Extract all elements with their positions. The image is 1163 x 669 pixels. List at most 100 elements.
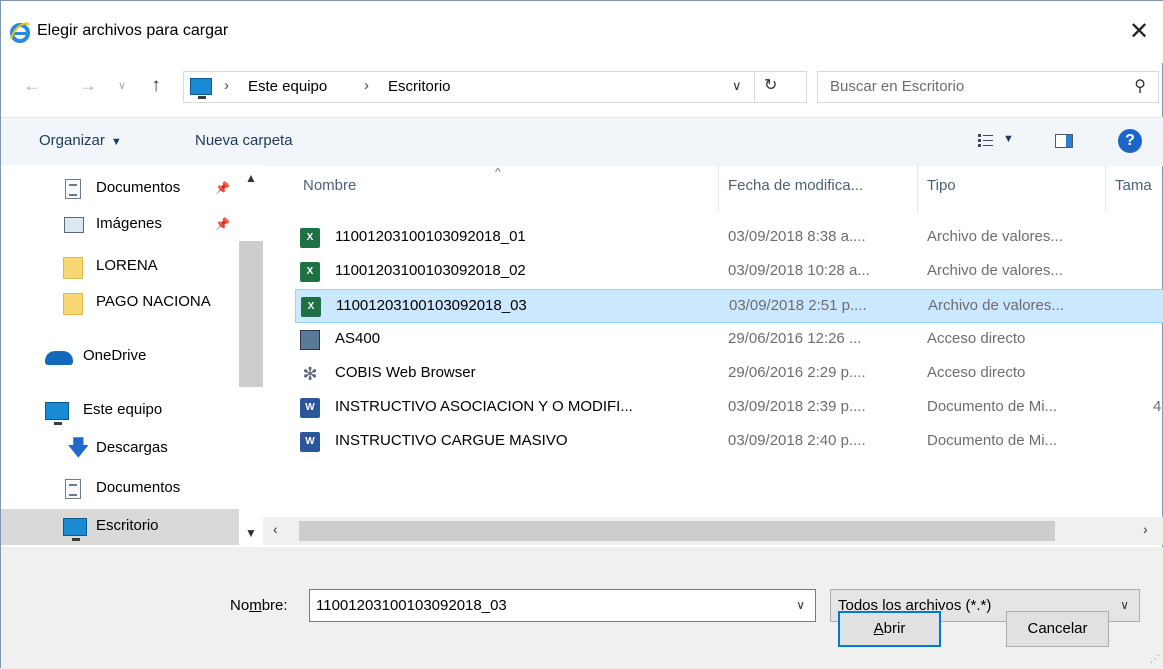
breadcrumb-separator: › xyxy=(364,77,369,94)
file-type: Archivo de valores... xyxy=(928,297,1064,314)
address-divider xyxy=(754,72,755,102)
breadcrumb-escritorio[interactable]: Escritorio xyxy=(388,78,451,95)
open-button-accesskey: A xyxy=(873,620,884,637)
window-title: Elegir archivos para cargar xyxy=(37,22,229,39)
nav-item-label: Documentos xyxy=(96,179,181,196)
cancel-button[interactable]: Cancelar xyxy=(1006,611,1109,647)
command-bar: Organizar ▼ Nueva carpeta ▼ ? xyxy=(1,117,1163,166)
filename-value: 11001203100103092018_03 xyxy=(316,597,507,614)
file-row[interactable]: X 11001203100103092018_01 03/09/2018 8:3… xyxy=(295,221,1163,255)
scroll-up-icon[interactable]: ▲ xyxy=(245,171,257,185)
file-date: 03/09/2018 2:51 p.... xyxy=(729,297,867,314)
shortcut-icon xyxy=(300,330,320,350)
desktop-icon xyxy=(63,518,87,541)
view-dropdown-icon[interactable]: ▼ xyxy=(1003,133,1014,145)
file-row[interactable]: W INSTRUCTIVO ASOCIACION Y O MODIFI... 0… xyxy=(295,391,1163,425)
column-header-type[interactable]: Tipo xyxy=(927,177,956,194)
excel-file-icon: X xyxy=(301,297,321,317)
nav-item-pago-nacional[interactable]: PAGO NACIONA xyxy=(1,285,239,321)
new-folder-button[interactable]: Nueva carpeta xyxy=(195,132,293,149)
file-name: COBIS Web Browser xyxy=(335,364,476,381)
chevron-down-icon[interactable]: ∨ xyxy=(796,598,805,612)
pin-icon: 📌 xyxy=(215,217,230,231)
file-name: AS400 xyxy=(335,330,381,347)
word-file-icon: W xyxy=(300,398,320,418)
file-date: 03/09/2018 8:38 a.... xyxy=(728,228,866,245)
nav-item-documentos[interactable]: Documentos xyxy=(1,471,239,507)
horizontal-scroll-thumb[interactable] xyxy=(299,521,1055,541)
title-bar: Elegir archivos para cargar ✕ xyxy=(1,1,1163,63)
scroll-left-icon[interactable]: ‹ xyxy=(273,521,278,537)
column-header-size[interactable]: Tama xyxy=(1115,177,1152,194)
chevron-down-icon: ∨ xyxy=(1120,598,1129,612)
column-divider[interactable] xyxy=(917,165,918,211)
nav-item-label: Documentos xyxy=(96,479,181,496)
nav-item-documentos-pinned[interactable]: Documentos 📌 xyxy=(1,171,239,207)
file-open-dialog: Elegir archivos para cargar ✕ ← → ∨ ↑ › … xyxy=(0,0,1163,669)
file-name: 11001203100103092018_02 xyxy=(335,262,526,279)
file-name: 11001203100103092018_03 xyxy=(336,297,527,314)
close-icon: ✕ xyxy=(1128,18,1150,45)
address-history-dropdown[interactable]: ∨ xyxy=(732,78,742,94)
address-bar[interactable]: › Este equipo › Escritorio ∨ ↻ xyxy=(183,71,807,103)
filename-label-accesskey: m xyxy=(249,597,262,614)
close-button[interactable]: ✕ xyxy=(1119,13,1159,51)
open-button-label: brir xyxy=(883,620,906,637)
resize-grip-icon[interactable]: ⋰ xyxy=(1150,654,1160,665)
document-icon xyxy=(65,179,81,199)
scroll-right-icon[interactable]: › xyxy=(1143,521,1148,537)
file-date: 29/06/2016 12:26 ... xyxy=(728,330,862,347)
scroll-down-icon[interactable]: ▼ xyxy=(245,526,257,540)
recent-locations-button[interactable]: ∨ xyxy=(111,75,133,97)
preview-pane-icon[interactable] xyxy=(1055,134,1073,148)
excel-file-icon: X xyxy=(300,262,320,282)
computer-icon xyxy=(190,78,212,99)
nav-pane-scroll-thumb[interactable] xyxy=(239,241,263,387)
document-icon xyxy=(65,479,81,499)
search-icon: ⚲ xyxy=(1134,78,1146,95)
search-box[interactable]: Buscar en Escritorio ⚲ xyxy=(817,71,1159,103)
horizontal-scrollbar[interactable]: ‹ › xyxy=(263,517,1163,545)
navigation-bar: ← → ∨ ↑ › Este equipo › Escritorio ∨ ↻ B… xyxy=(1,63,1163,109)
breadcrumb-este-equipo[interactable]: Este equipo xyxy=(248,78,327,95)
nav-item-label: PAGO NACIONA xyxy=(96,293,211,310)
filename-label: Nombre: xyxy=(230,597,288,614)
column-header-name[interactable]: Nombre xyxy=(303,177,356,194)
help-icon[interactable]: ? xyxy=(1118,129,1142,153)
refresh-icon[interactable]: ↻ xyxy=(764,75,777,95)
file-row[interactable]: X 11001203100103092018_02 03/09/2018 10:… xyxy=(295,255,1163,289)
nav-item-label: Descargas xyxy=(96,439,168,456)
up-button[interactable]: ↑ xyxy=(145,75,167,97)
file-row-selected[interactable]: X 11001203100103092018_03 03/09/2018 2:5… xyxy=(295,289,1163,323)
internet-explorer-icon xyxy=(10,22,30,43)
nav-item-este-equipo[interactable]: Este equipo xyxy=(1,393,239,429)
filename-input[interactable]: 11001203100103092018_03 ∨ xyxy=(309,589,816,622)
organize-button[interactable]: Organizar ▼ xyxy=(39,132,122,149)
nav-item-lorena[interactable]: LORENA xyxy=(1,249,239,285)
file-row[interactable]: AS400 29/06/2016 12:26 ... Acceso direct… xyxy=(295,323,1163,357)
onedrive-icon xyxy=(45,351,73,365)
view-options-icon[interactable] xyxy=(978,134,994,148)
file-row[interactable]: W INSTRUCTIVO CARGUE MASIVO 03/09/2018 2… xyxy=(295,425,1163,459)
column-divider[interactable] xyxy=(718,165,719,211)
nav-item-label: Escritorio xyxy=(96,517,159,534)
file-date: 29/06/2016 2:29 p.... xyxy=(728,364,866,381)
nav-item-label: Imágenes xyxy=(96,215,162,232)
nav-item-escritorio[interactable]: Escritorio xyxy=(1,509,239,545)
nav-item-onedrive[interactable]: OneDrive xyxy=(1,339,239,375)
image-icon xyxy=(64,217,84,233)
back-button[interactable]: ← xyxy=(21,75,43,97)
file-type: Archivo de valores... xyxy=(927,262,1063,279)
file-type: Documento de Mi... xyxy=(927,398,1058,415)
file-name: 11001203100103092018_01 xyxy=(335,228,526,245)
file-date: 03/09/2018 2:39 p.... xyxy=(728,398,866,415)
open-button[interactable]: Abrir xyxy=(838,611,941,647)
column-header-date[interactable]: Fecha de modifica... xyxy=(728,177,863,194)
column-divider[interactable] xyxy=(1105,165,1106,211)
file-row[interactable]: ✻ COBIS Web Browser 29/06/2016 2:29 p...… xyxy=(295,357,1163,391)
forward-button[interactable]: → xyxy=(77,75,99,97)
nav-item-descargas[interactable]: 🡇 Descargas xyxy=(1,431,239,467)
sort-ascending-icon: ^ xyxy=(495,165,501,179)
folder-icon xyxy=(63,257,83,279)
nav-item-imagenes[interactable]: Imágenes 📌 xyxy=(1,207,239,243)
